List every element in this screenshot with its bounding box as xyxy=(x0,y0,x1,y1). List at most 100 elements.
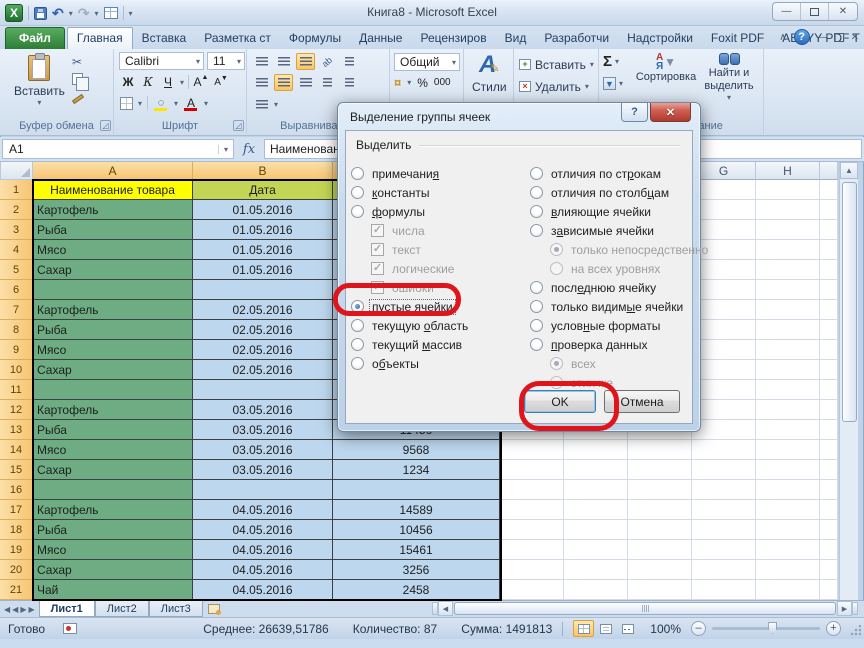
checkbox-логические[interactable]: ✓логические xyxy=(351,259,470,278)
radio-icon[interactable] xyxy=(351,338,364,351)
checkbox-icon[interactable]: ✓ xyxy=(371,281,384,294)
radio-пустые ячейки[interactable]: пустые ячейки xyxy=(351,297,470,316)
cell-C18[interactable]: 10456 xyxy=(333,520,500,540)
row-header-5[interactable]: 5 xyxy=(0,260,33,280)
cell-A8[interactable]: Рыба xyxy=(33,320,193,340)
cell-empty[interactable] xyxy=(756,400,820,420)
collapse-ribbon-icon[interactable]: ∧ xyxy=(779,32,786,43)
cell-A17[interactable]: Картофель xyxy=(33,500,193,520)
radio-отличия по столбцам[interactable]: отличия по столбцам xyxy=(530,183,710,202)
cell-B20[interactable]: 04.05.2016 xyxy=(193,560,333,580)
cell-empty[interactable] xyxy=(820,240,838,260)
align-center-button[interactable] xyxy=(274,74,293,91)
paste-button[interactable]: Вставить ▾ xyxy=(14,51,65,107)
horizontal-scroll-thumb[interactable] xyxy=(454,602,836,615)
cell-A2[interactable]: Картофель xyxy=(33,200,193,220)
radio-icon[interactable] xyxy=(530,281,543,294)
cell-empty[interactable] xyxy=(692,560,756,580)
scroll-left-icon[interactable]: ◀ xyxy=(438,601,453,616)
row-header-20[interactable]: 20 xyxy=(0,560,33,580)
cell-A3[interactable]: Рыба xyxy=(33,220,193,240)
cell-B5[interactable]: 01.05.2016 xyxy=(193,260,333,280)
zoom-level[interactable]: 100% xyxy=(650,622,681,636)
shrink-font-button[interactable]: А▼ xyxy=(213,74,229,90)
cell-empty[interactable] xyxy=(500,520,564,540)
cell-empty[interactable] xyxy=(692,400,756,420)
sheet-tab-Лист2[interactable]: Лист2 xyxy=(95,601,149,617)
checkbox-числа[interactable]: ✓числа xyxy=(351,221,470,240)
cell-C19[interactable]: 15461 xyxy=(333,540,500,560)
name-box-dropdown-icon[interactable]: ▾ xyxy=(218,145,233,154)
cell-empty[interactable] xyxy=(820,260,838,280)
orientation-button[interactable]: ab xyxy=(318,53,337,70)
cell-empty[interactable] xyxy=(820,520,838,540)
column-header-B[interactable]: B xyxy=(193,162,333,180)
ribbon-tab-Файл[interactable]: Файл xyxy=(5,27,65,49)
row-header-11[interactable]: 11 xyxy=(0,380,33,400)
radio-icon[interactable] xyxy=(530,319,543,332)
cell-B19[interactable]: 04.05.2016 xyxy=(193,540,333,560)
radio-icon[interactable] xyxy=(530,300,543,313)
cell-empty[interactable] xyxy=(756,240,820,260)
cell-empty[interactable] xyxy=(820,360,838,380)
cell-empty[interactable] xyxy=(820,480,838,500)
column-header-H[interactable]: H xyxy=(756,162,820,180)
cell-A15[interactable]: Сахар xyxy=(33,460,193,480)
cell-A11[interactable] xyxy=(33,380,193,400)
cell-empty[interactable] xyxy=(628,440,692,460)
align-bottom-button[interactable] xyxy=(296,53,315,70)
cell-empty[interactable] xyxy=(500,460,564,480)
sort-filter-button[interactable]: АЯ ▼ Сортировка xyxy=(637,53,695,84)
cell-empty[interactable] xyxy=(756,480,820,500)
ribbon-tab-Главная[interactable]: Главная xyxy=(67,27,133,49)
increase-indent-button[interactable] xyxy=(340,74,359,91)
cell-A14[interactable]: Мясо xyxy=(33,440,193,460)
fill-button[interactable]: ▼ xyxy=(603,77,616,90)
sheet-tab-Лист3[interactable]: Лист3 xyxy=(149,601,203,617)
insert-worksheet-button[interactable] xyxy=(203,601,225,617)
checkbox-icon[interactable]: ✓ xyxy=(371,262,384,275)
cell-C15[interactable]: 1234 xyxy=(333,460,500,480)
cell-A12[interactable]: Картофель xyxy=(33,400,193,420)
decrease-indent-button[interactable] xyxy=(318,74,337,91)
radio-icon[interactable] xyxy=(550,357,563,370)
cell-B7[interactable]: 02.05.2016 xyxy=(193,300,333,320)
radio-icon[interactable] xyxy=(351,319,364,332)
radio-icon[interactable] xyxy=(351,167,364,180)
font-name-select[interactable]: Calibri▾ xyxy=(119,52,204,70)
radio-проверка данных[interactable]: проверка данных xyxy=(530,335,710,354)
radio-icon[interactable] xyxy=(530,186,543,199)
radio-зависимые ячейки[interactable]: зависимые ячейки xyxy=(530,221,710,240)
scroll-right-icon[interactable]: ▶ xyxy=(837,601,852,616)
cell-empty[interactable] xyxy=(820,220,838,240)
cell-A6[interactable] xyxy=(33,280,193,300)
ribbon-tab-Разметка ст[interactable]: Разметка ст xyxy=(195,28,280,49)
cell-empty[interactable] xyxy=(628,460,692,480)
radio-текущую область[interactable]: текущую область xyxy=(351,316,470,335)
cell-empty[interactable] xyxy=(692,480,756,500)
radio-константы[interactable]: константы xyxy=(351,183,470,202)
ribbon-tab-Foxit PDF[interactable]: Foxit PDF xyxy=(702,28,773,49)
radio-формулы[interactable]: формулы xyxy=(351,202,470,221)
resize-grip[interactable] xyxy=(849,625,861,637)
cell-B4[interactable]: 01.05.2016 xyxy=(193,240,333,260)
cell-empty[interactable] xyxy=(820,280,838,300)
dialog-close-button[interactable]: ✕ xyxy=(650,103,691,122)
cell-empty[interactable] xyxy=(820,420,838,440)
row-header-15[interactable]: 15 xyxy=(0,460,33,480)
cell-empty[interactable] xyxy=(756,540,820,560)
cell-A10[interactable]: Сахар xyxy=(33,360,193,380)
radio-icon[interactable] xyxy=(550,243,563,256)
cell-C21[interactable]: 2458 xyxy=(333,580,500,600)
cell-empty[interactable] xyxy=(756,360,820,380)
styles-button[interactable]: A✎ Стили xyxy=(472,53,507,94)
ribbon-tab-Вид[interactable]: Вид xyxy=(496,28,536,49)
cancel-button[interactable]: Отмена xyxy=(604,390,680,413)
vertical-scrollbar[interactable]: ▲ xyxy=(839,162,858,600)
cell-empty[interactable] xyxy=(628,520,692,540)
number-format-select[interactable]: Общий▾ xyxy=(394,53,460,71)
cell-A21[interactable]: Чай xyxy=(33,580,193,600)
radio-icon[interactable] xyxy=(351,205,364,218)
percent-style-button[interactable]: % xyxy=(417,76,428,90)
cell-empty[interactable] xyxy=(820,320,838,340)
